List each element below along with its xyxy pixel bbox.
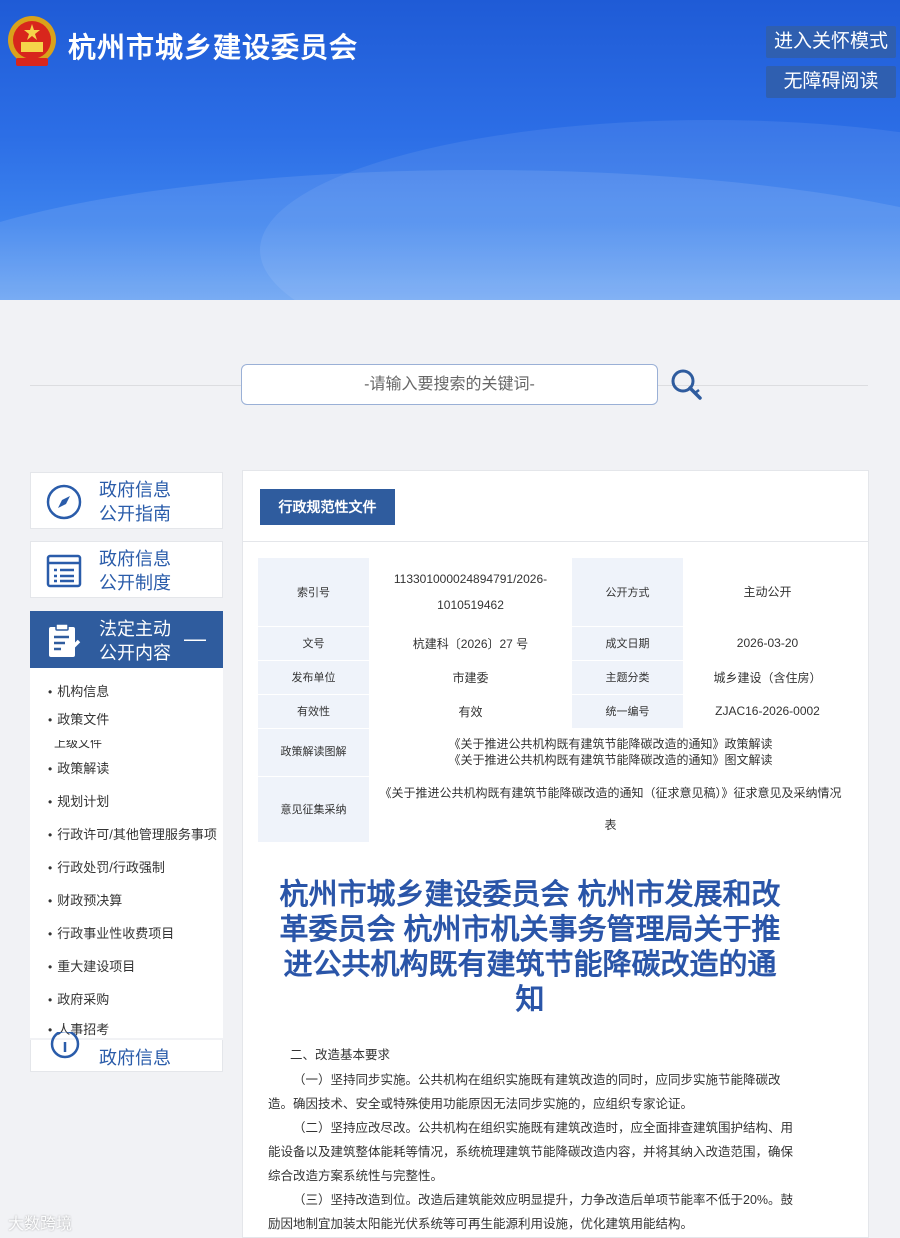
sidebar-item-admin-permit[interactable]: 行政许可/其他管理服务事项 [48, 824, 217, 843]
meta-docno-value: 杭建科〔2026〕27 号 [369, 626, 572, 661]
interpretation-link[interactable]: 《关于推进公共机构既有建筑节能降碳改造的通知》政策解读 [369, 736, 852, 752]
meta-method-value: 主动公开 [683, 558, 852, 627]
header-wave-decoration-2 [260, 120, 900, 300]
search-box[interactable] [241, 364, 658, 405]
sidebar-item-fees[interactable]: 行政事业性收费项目 [48, 923, 174, 942]
clipboard-edit-icon [49, 623, 81, 657]
accessible-reading-button[interactable]: 无障碍阅读 [766, 66, 896, 98]
meta-label: 意见征集采纳 [258, 776, 369, 843]
sidebar-submenu: 机构信息 政策文件 政策解读 规划计划 行政许可/其他管理服务事项 行政处罚/行… [30, 668, 223, 1038]
site-header: 杭州市城乡建设委员会 进入关怀模式 无障碍阅读 [0, 0, 900, 300]
sidebar-item-budget[interactable]: 财政预决算 [48, 890, 122, 909]
sidebar-card-statutory[interactable]: 法定主动 公开内容 — [30, 611, 223, 668]
sidebar-item-procurement[interactable]: 政府采购 [48, 989, 109, 1008]
compass-icon [46, 484, 82, 520]
document-meta-table: 索引号 113301000024894791/2026-1010519462 公… [258, 558, 852, 843]
meta-label: 公开方式 [572, 558, 683, 627]
watermark: 大数跨境 [8, 1216, 73, 1233]
sidebar-card-label: 政府信息 公开制度 [99, 549, 171, 593]
meta-label: 文号 [258, 626, 369, 661]
sidebar-card-label: 法定主动 公开内容 [99, 619, 171, 663]
sidebar-card-label: 政府信息 公开指南 [99, 480, 171, 524]
meta-label: 成文日期 [572, 626, 683, 661]
sidebar-card-system[interactable]: 政府信息 公开制度 [30, 541, 223, 598]
meta-code-value: ZJAC16-2026-0002 [683, 694, 852, 729]
meta-interpretation-links: 《关于推进公共机构既有建筑节能降碳改造的通知》政策解读 《关于推进公共机构既有建… [369, 728, 852, 777]
sidebar-card-bottom[interactable]: 政府信息 [30, 1032, 223, 1072]
sidebar-card-guide[interactable]: 政府信息 公开指南 [30, 472, 223, 529]
search-icon[interactable] [668, 366, 704, 402]
meta-label: 索引号 [258, 558, 369, 627]
document-title: 杭州市城乡建设委员会 杭州市发展和改革委员会 杭州市机关事务管理局关于推进公共机… [279, 879, 781, 1016]
search-input[interactable] [242, 365, 657, 404]
meta-label: 主题分类 [572, 660, 683, 695]
meta-index-value: 113301000024894791/2026-1010519462 [369, 558, 572, 627]
tab-normative-documents[interactable]: 行政规范性文件 [260, 489, 395, 525]
paragraph-2: （二）坚持应改尽改。公共机构在组织实施既有建筑改造时，应全面排查建筑围护结构、用… [268, 1121, 794, 1183]
list-document-icon [46, 554, 82, 588]
care-mode-button[interactable]: 进入关怀模式 [766, 26, 896, 58]
sidebar-item-org-info[interactable]: 机构信息 [48, 681, 109, 700]
meta-label: 有效性 [258, 694, 369, 729]
meta-topic-value: 城乡建设（含住房） [683, 660, 852, 695]
sidebar-item-admin-penalty[interactable]: 行政处罚/行政强制 [48, 857, 165, 876]
sidebar-item-policy-docs[interactable]: 政策文件 [48, 709, 109, 728]
opinion-link[interactable]: 《关于推进公共机构既有建筑节能降碳改造的通知（征求意见稿）》征求意见及采纳情况表 [369, 776, 852, 843]
section-heading: 二、改造基本要求 [290, 1048, 391, 1062]
meta-date-value: 2026-03-20 [683, 626, 852, 661]
paragraph-3: （三）坚持改造到位。改造后建筑能效应明显提升，力争改造后单项节能率不低于20%。… [268, 1193, 794, 1231]
site-title[interactable]: 杭州市城乡建设委员会 [68, 26, 358, 66]
meta-label: 统一编号 [572, 694, 683, 729]
meta-label: 发布单位 [258, 660, 369, 695]
sidebar-card-label: 政府信息 [99, 1048, 171, 1068]
collapse-icon[interactable]: — [184, 626, 206, 652]
sidebar-item-major-projects[interactable]: 重大建设项目 [48, 956, 135, 975]
meta-issuer-value: 市建委 [369, 660, 572, 695]
info-circle-icon [50, 1032, 80, 1059]
graphic-interpretation-link[interactable]: 《关于推进公共机构既有建筑节能降碳改造的通知》图文解读 [369, 752, 852, 768]
paragraph-1: （一）坚持同步实施。公共机构在组织实施既有建筑改造的同时，应同步实施节能降碳改造… [268, 1073, 781, 1111]
sidebar-item-policy-interpretation[interactable]: 政策解读 [48, 758, 109, 777]
sidebar-item-planning[interactable]: 规划计划 [48, 791, 109, 810]
national-emblem-icon [8, 16, 56, 66]
sidebar-cut-item: 上级文件 [54, 740, 103, 750]
meta-validity-value: 有效 [369, 694, 572, 729]
tab-bar: 行政规范性文件 [243, 471, 868, 542]
meta-label: 政策解读图解 [258, 728, 369, 777]
